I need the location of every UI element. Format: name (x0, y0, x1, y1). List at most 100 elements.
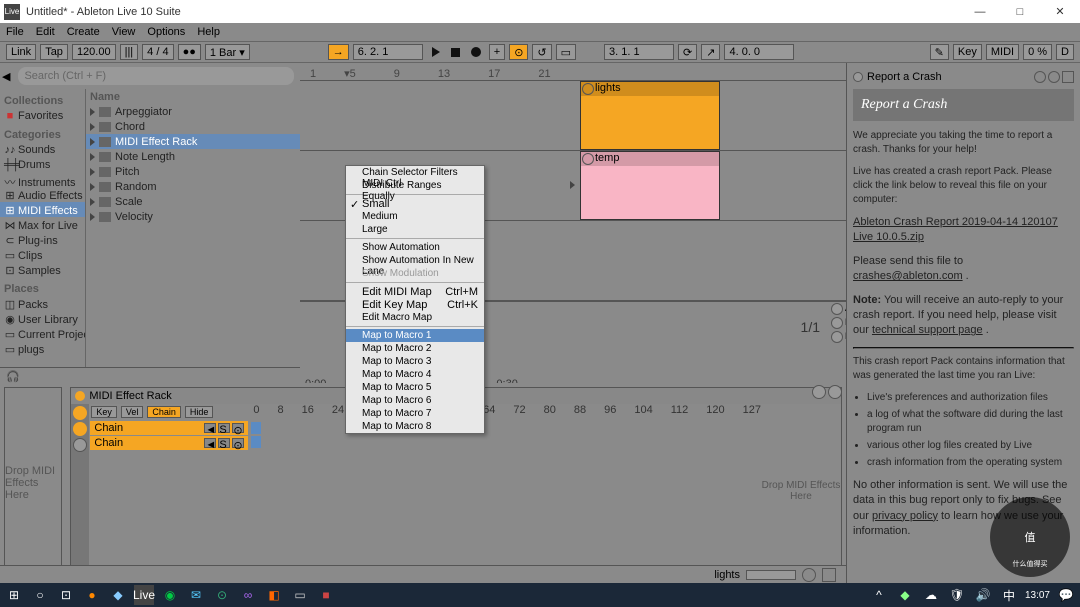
panel-activator[interactable] (853, 72, 863, 82)
menu-item[interactable]: Map to Macro 8 (346, 420, 484, 433)
place-current-project[interactable]: ▭Current Project (0, 326, 85, 341)
position-1[interactable]: 6. 2. 1 (353, 44, 423, 60)
menu-item[interactable]: Edit MIDI MapCtrl+M (346, 285, 484, 298)
menu-item[interactable]: Map to Macro 3 (346, 355, 484, 368)
session-view-icon[interactable] (802, 568, 816, 582)
cat-sounds[interactable]: ♪♪Sounds (0, 142, 85, 157)
tray-icon[interactable]: 🔊 (973, 585, 993, 605)
clock[interactable]: 13:07 (1025, 590, 1050, 601)
chain-selector-grid[interactable]: 081624 32404856 64728088 96104112120127 (249, 404, 761, 578)
drop-zone-1[interactable]: Drop MIDI Effects Here (4, 387, 62, 579)
menu-item[interactable]: Large (346, 223, 484, 236)
menu-edit[interactable]: Edit (36, 26, 55, 38)
list-item[interactable]: MIDI Effect Rack (86, 134, 300, 149)
tray-icon[interactable]: ^ (869, 585, 889, 605)
taskbar-app-icon[interactable]: ◆ (108, 585, 128, 605)
cat-plugins[interactable]: ⊂Plug-ins (0, 232, 85, 247)
chain-solo-icon[interactable]: S (218, 423, 230, 433)
chain-button[interactable]: Chain (147, 406, 181, 418)
expand-icon[interactable] (570, 180, 575, 192)
clip-area[interactable]: lights (300, 81, 910, 150)
list-item[interactable]: Random (86, 179, 300, 194)
list-item[interactable]: Note Length (86, 149, 300, 164)
taskbar-app-icon[interactable]: ◧ (264, 585, 284, 605)
clip-play-icon[interactable] (582, 83, 594, 95)
chain-zone[interactable] (251, 436, 261, 448)
hot-swap-icon[interactable] (812, 385, 826, 399)
taskbar-app-icon[interactable]: ■ (316, 585, 336, 605)
chain-hot-swap-icon[interactable]: ⊙ (232, 438, 244, 448)
chain-toggle-icon[interactable] (73, 422, 87, 436)
menu-item[interactable]: Show Automation (346, 241, 484, 254)
place-user-library[interactable]: ◉User Library (0, 311, 85, 326)
automation-arm[interactable]: ⊙ (509, 44, 528, 60)
punch-in[interactable]: ↗ (701, 44, 720, 60)
name-header[interactable]: Name (86, 89, 300, 104)
cortana-icon[interactable]: ○ (30, 585, 50, 605)
drop-zone-2[interactable]: Drop MIDI Effects Here (761, 404, 841, 578)
macro-toggle-icon[interactable] (73, 406, 87, 420)
midi-button[interactable]: MIDI (986, 44, 1019, 60)
clip-play-icon[interactable] (582, 153, 594, 165)
chain-solo-icon[interactable]: S (218, 438, 230, 448)
position-3[interactable]: 4. 0. 0 (724, 44, 794, 60)
taskbar-app-icon[interactable]: ⊙ (212, 585, 232, 605)
key-button[interactable]: Key (91, 406, 117, 418)
crash-report-link[interactable]: Ableton Crash Report 2019-04-14 120107 L… (853, 216, 1058, 243)
chain-row[interactable]: Chain◄S⊙ (90, 421, 248, 435)
clip-temp[interactable]: temp (580, 151, 720, 220)
menu-item[interactable]: Map to Macro 6 (346, 394, 484, 407)
reenable-button[interactable]: ↺ (532, 44, 551, 60)
menu-item[interactable]: Map to Macro 1 (346, 329, 484, 342)
headphone-icon[interactable]: 🎧 (6, 371, 20, 383)
chain-row[interactable]: Chain◄S⊙ (90, 436, 248, 450)
key-button[interactable]: Key (953, 44, 982, 60)
taskbar-app-icon[interactable]: ◉ (160, 585, 180, 605)
menu-item[interactable]: Edit Macro Map (346, 311, 484, 324)
cat-midi-effects[interactable]: ⊞MIDI Effects (0, 202, 85, 217)
send-play-icon[interactable] (831, 303, 843, 315)
support-link[interactable]: technical support page (872, 324, 983, 336)
play-button[interactable] (427, 44, 445, 60)
position-2[interactable]: 3. 1. 1 (604, 44, 674, 60)
cat-drums[interactable]: ╪╪Drums (0, 157, 85, 172)
menu-options[interactable]: Options (147, 26, 185, 38)
favorites-item[interactable]: ■Favorites (0, 108, 85, 123)
email-link[interactable]: crashes@ableton.com (853, 270, 963, 282)
overdub-button[interactable]: + (489, 44, 505, 60)
record-button[interactable] (467, 44, 485, 60)
browser-collapse-icon[interactable]: ◀ (2, 70, 10, 83)
menu-help[interactable]: Help (197, 26, 220, 38)
cat-max-for-live[interactable]: ⋈Max for Live (0, 217, 85, 232)
cat-samples[interactable]: ⊡Samples (0, 262, 85, 277)
close-button[interactable]: ✕ (1040, 0, 1080, 23)
nav-fwd-icon[interactable] (1048, 71, 1060, 83)
master-play-icon[interactable] (831, 331, 843, 343)
device-toggle-icon[interactable] (73, 438, 87, 452)
device-activator[interactable] (75, 391, 85, 401)
list-item[interactable]: Scale (86, 194, 300, 209)
menu-item[interactable]: Map to Macro 2 (346, 342, 484, 355)
hide-button[interactable]: Hide (185, 406, 214, 418)
menu-item[interactable]: Distribute Ranges Equally (346, 179, 484, 192)
cat-instruments[interactable]: 〰Instruments (0, 172, 85, 187)
clip-lights[interactable]: lights (580, 81, 720, 150)
tray-icon[interactable]: ☁ (921, 585, 941, 605)
stop-button[interactable] (447, 44, 465, 60)
metronome-icon[interactable]: ||| (120, 44, 139, 60)
start-button[interactable]: ⊞ (4, 585, 24, 605)
privacy-link[interactable]: privacy policy (872, 510, 938, 522)
menu-item[interactable]: Map to Macro 4 (346, 368, 484, 381)
list-item[interactable]: Velocity (86, 209, 300, 224)
bar-dropdown[interactable]: 1 Bar ▾ (205, 44, 250, 60)
list-item[interactable]: Arpeggiator (86, 104, 300, 119)
taskbar-app-icon[interactable]: ∞ (238, 585, 258, 605)
nav-back-icon[interactable] (1034, 71, 1046, 83)
bpm-field[interactable]: 120.00 (72, 44, 116, 60)
place-plugs[interactable]: ▭plugs (0, 341, 85, 356)
chain-mute-icon[interactable]: ◄ (204, 423, 216, 433)
menu-file[interactable]: File (6, 26, 24, 38)
chain-mute-icon[interactable]: ◄ (204, 438, 216, 448)
chain-zone[interactable] (251, 422, 261, 434)
loop-button[interactable]: ⟳ (678, 44, 697, 60)
